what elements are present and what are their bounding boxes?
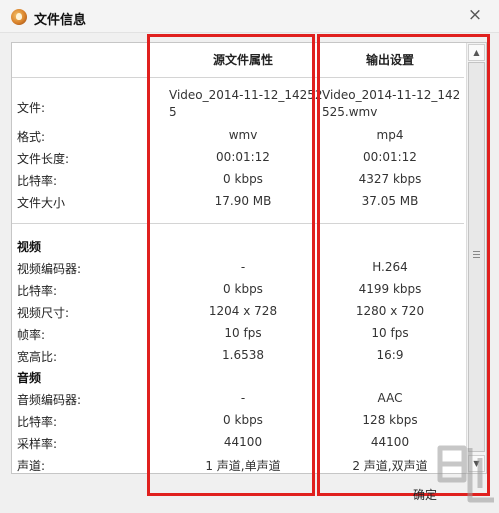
output-value: 2 声道,双声道 bbox=[352, 459, 428, 473]
table-row: 比特率: 0 kbps 4327 kbps bbox=[12, 170, 464, 190]
file-source-value: Video_2014-11-12_142525 bbox=[169, 88, 323, 119]
table-row: 视频编码器: - H.264 bbox=[12, 258, 464, 278]
scrollbar-thumb[interactable] bbox=[468, 62, 485, 452]
ok-button[interactable]: 确定 bbox=[405, 485, 445, 505]
output-column-header: 输出设置 bbox=[365, 53, 414, 67]
source-column-header: 源文件属性 bbox=[212, 53, 273, 67]
row-label: 比特率: bbox=[17, 284, 58, 298]
output-value: H.264 bbox=[372, 260, 408, 274]
table-row: 音频编码器: - AAC bbox=[12, 389, 464, 409]
table-row: 视频尺寸: 1204 x 728 1280 x 720 bbox=[12, 302, 464, 322]
source-value: 1.6538 bbox=[222, 348, 264, 362]
scroll-up-arrow-icon[interactable]: ▲ bbox=[468, 44, 485, 61]
source-value: 44100 bbox=[223, 435, 263, 449]
source-value: 00:01:12 bbox=[216, 150, 270, 164]
table-row: 采样率: 44100 44100 bbox=[12, 433, 464, 453]
info-panel: 源文件属性 输出设置 文件: Video_2014-11-12_142525 V… bbox=[11, 42, 487, 474]
column-header-row: 源文件属性 输出设置 bbox=[12, 49, 464, 69]
output-value: 128 kbps bbox=[362, 413, 418, 427]
divider bbox=[12, 223, 464, 224]
row-label: 声道: bbox=[17, 459, 46, 473]
source-value: wmv bbox=[228, 128, 258, 142]
close-icon[interactable]: × bbox=[465, 5, 485, 25]
row-label: 比特率: bbox=[17, 174, 58, 188]
scroll-down-arrow-icon[interactable]: ▼ bbox=[468, 455, 485, 472]
output-value: 10 fps bbox=[371, 326, 409, 340]
output-value: AAC bbox=[377, 391, 403, 405]
source-value: 1204 x 728 bbox=[208, 304, 278, 318]
row-label: 音频编码器: bbox=[17, 393, 82, 407]
output-value: 1280 x 720 bbox=[355, 304, 425, 318]
row-label: 帧率: bbox=[17, 328, 46, 342]
table-row: 声道: 1 声道,单声道 2 声道,双声道 bbox=[12, 455, 464, 475]
output-value: 4327 kbps bbox=[358, 172, 422, 186]
row-label: 比特率: bbox=[17, 415, 58, 429]
video-heading-row: 视频 bbox=[12, 236, 464, 256]
output-value: 16:9 bbox=[376, 348, 404, 362]
divider bbox=[12, 77, 464, 78]
table-row: 文件大小 17.90 MB 37.05 MB bbox=[12, 192, 464, 212]
table-row: 文件长度: 00:01:12 00:01:12 bbox=[12, 148, 464, 168]
row-label: 宽高比: bbox=[17, 350, 58, 364]
output-value: 37.05 MB bbox=[361, 194, 419, 208]
source-value: 0 kbps bbox=[223, 172, 263, 186]
video-section-heading: 视频 bbox=[17, 240, 42, 254]
table-row: 格式: wmv mp4 bbox=[12, 126, 464, 146]
row-label: 文件大小 bbox=[17, 196, 66, 210]
output-value: 4199 kbps bbox=[358, 282, 422, 296]
source-value: 1 声道,单声道 bbox=[205, 459, 281, 473]
row-label: 文件长度: bbox=[17, 152, 70, 166]
app-logo-icon bbox=[11, 9, 27, 25]
file-label: 文件: bbox=[17, 101, 46, 115]
audio-section-heading: 音频 bbox=[17, 371, 42, 385]
table-row: 帧率: 10 fps 10 fps bbox=[12, 324, 464, 344]
source-value: - bbox=[240, 260, 246, 274]
title-bar: 文件信息 × bbox=[0, 0, 499, 33]
output-value: 00:01:12 bbox=[363, 150, 417, 164]
table-row: 宽高比: 1.6538 16:9 bbox=[12, 346, 464, 366]
row-label: 格式: bbox=[17, 130, 46, 144]
source-value: - bbox=[240, 391, 246, 405]
table-row: 比特率: 0 kbps 4199 kbps bbox=[12, 280, 464, 300]
source-value: 0 kbps bbox=[223, 282, 263, 296]
window-title: 文件信息 bbox=[34, 13, 87, 28]
source-value: 17.90 MB bbox=[214, 194, 272, 208]
output-value: 44100 bbox=[370, 435, 410, 449]
source-value: 0 kbps bbox=[223, 413, 263, 427]
grip-icon bbox=[473, 251, 480, 258]
file-output-value: Video_2014-11-12_142525.wmv bbox=[322, 88, 461, 119]
table-row: 比特率: 0 kbps 128 kbps bbox=[12, 411, 464, 431]
source-value: 10 fps bbox=[224, 326, 262, 340]
row-label: 视频尺寸: bbox=[17, 306, 70, 320]
row-label: 采样率: bbox=[17, 437, 58, 451]
vertical-scrollbar[interactable]: ▲ ▼ bbox=[466, 43, 486, 473]
output-value: mp4 bbox=[376, 128, 404, 142]
audio-heading-row: 音频 bbox=[12, 367, 464, 387]
row-label: 视频编码器: bbox=[17, 262, 82, 276]
